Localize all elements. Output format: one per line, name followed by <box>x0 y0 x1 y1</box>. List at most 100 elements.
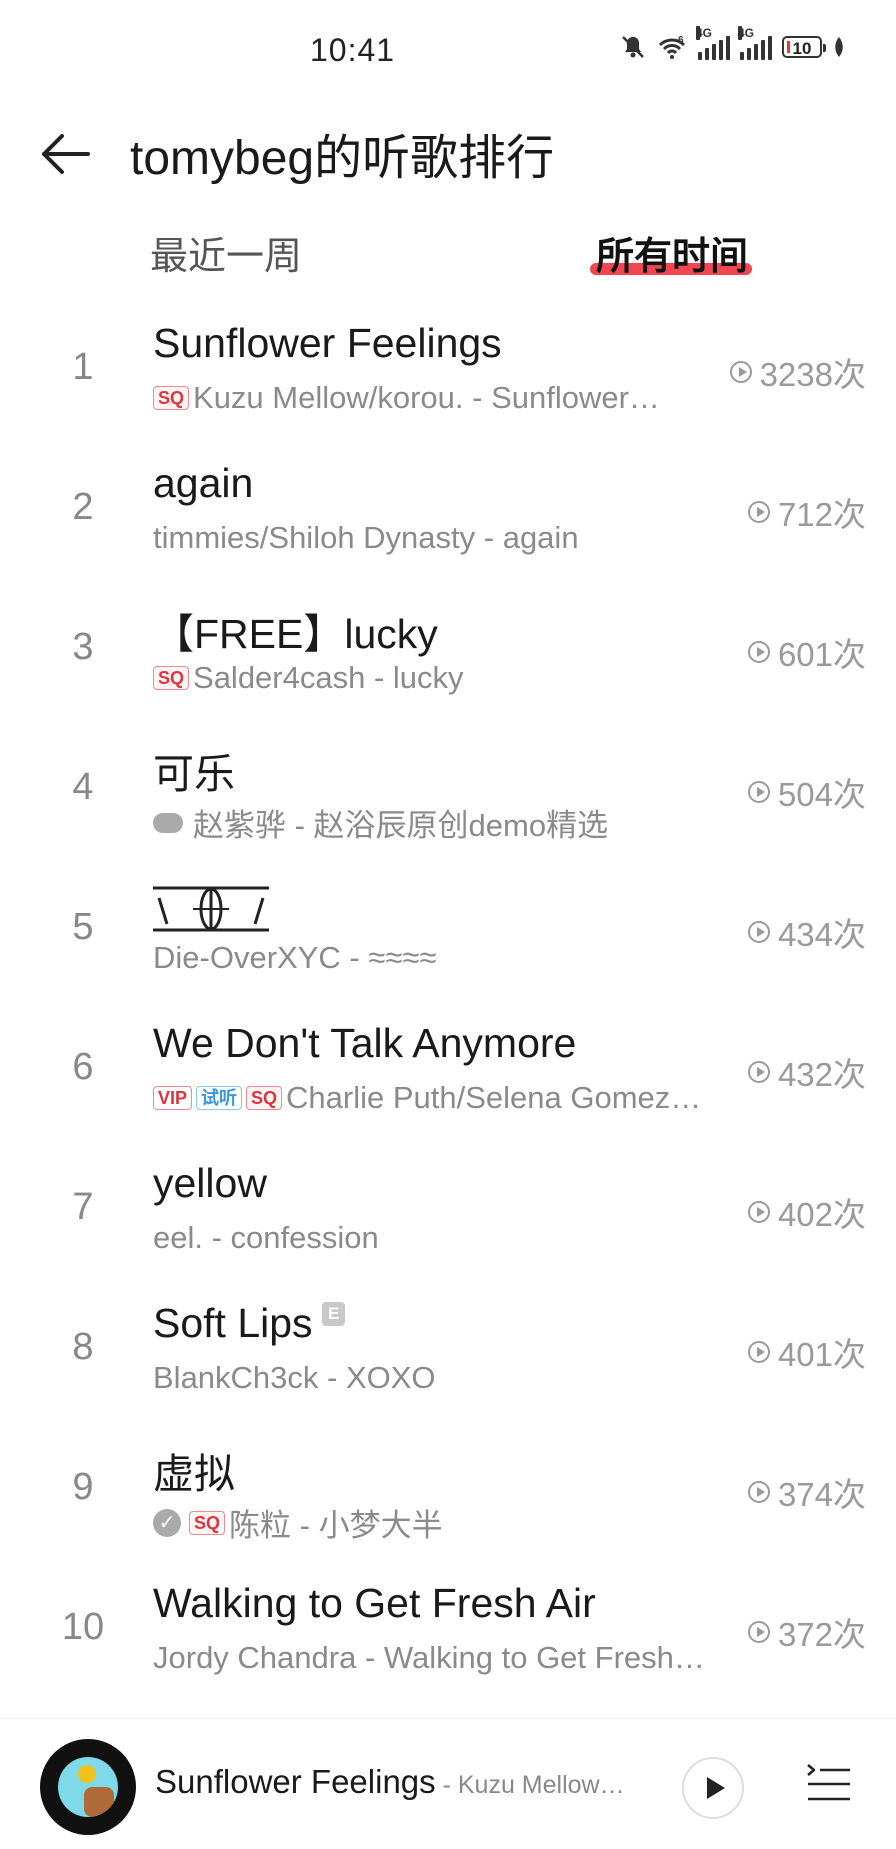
now-playing-bar[interactable]: Sunflower Feelings - Kuzu Mellow… <box>0 1718 896 1849</box>
play-count: 601次 <box>747 628 866 676</box>
song-subtitle: timmies/Shiloh Dynasty - again <box>153 520 579 556</box>
arrow-left-icon[interactable] <box>38 126 94 182</box>
sq-badge: SQ <box>153 386 190 410</box>
leaf-icon <box>835 37 843 57</box>
signal-icon-2: 4G <box>738 26 772 60</box>
play-count-icon <box>747 1621 770 1643</box>
list-item[interactable]: 2 again timmies/Shiloh Dynasty - again 7… <box>0 440 896 580</box>
hand-graphic <box>84 1787 114 1817</box>
play-count-icon <box>747 501 770 523</box>
artist-album: timmies/Shiloh Dynasty - again <box>153 520 579 555</box>
rank-number: 8 <box>72 1326 94 1368</box>
play-count-value: 434次 <box>777 916 866 953</box>
rank-number: 4 <box>72 766 94 808</box>
song-subtitle: eel. - confession <box>153 1220 379 1256</box>
check-circle-icon: ✓ <box>153 1508 181 1537</box>
play-count-value: 372次 <box>777 1616 866 1653</box>
song-title: Walking to Get Fresh Air <box>153 1580 596 1626</box>
play-count: 504次 <box>747 768 866 816</box>
play-count: 432次 <box>747 1048 866 1096</box>
rank-number: 10 <box>61 1606 105 1648</box>
list-item[interactable]: 3 【FREE】lucky SQ Salder4cash - lucky 601… <box>0 580 896 720</box>
rank-number: 3 <box>72 626 94 668</box>
play-count-value: 3238次 <box>759 356 866 393</box>
now-playing-artist: - Kuzu Mellow… <box>435 1771 625 1799</box>
rank-number: 6 <box>72 1046 94 1088</box>
song-subtitle: 赵紫骅 - 赵浴辰原创demo精选 <box>153 800 608 845</box>
list-item[interactable]: 7 yellow eel. - confession 402次 <box>0 1140 896 1280</box>
rank-number: 2 <box>72 486 94 528</box>
album-art <box>58 1757 118 1817</box>
play-button[interactable] <box>682 1757 744 1819</box>
song-title: We Don't Talk Anymore <box>153 1020 577 1066</box>
vip-badge: VIP <box>153 1086 193 1110</box>
list-item[interactable]: 5 \ (|) / Die-OverXYC - ≈≈≈≈ 434次 <box>0 860 896 1000</box>
song-title: 可乐 <box>153 751 235 797</box>
play-count-value: 601次 <box>777 636 866 673</box>
play-count: 712次 <box>747 488 866 536</box>
list-item[interactable]: 9 虚拟 ✓ SQ 陈粒 - 小梦大半 374次 <box>0 1420 896 1560</box>
svg-text:6: 6 <box>678 35 684 46</box>
play-count: 372次 <box>747 1608 866 1656</box>
song-subtitle: ✓ SQ 陈粒 - 小梦大半 <box>153 1500 443 1545</box>
sq-badge: SQ <box>189 1510 226 1535</box>
artist-album: BlankCh3ck - XOXO <box>153 1360 436 1395</box>
signal-icon-1: 4G <box>696 26 730 60</box>
trial-badge: 试听 <box>196 1086 243 1110</box>
song-title: 【FREE】lucky <box>153 611 438 657</box>
play-count: 401次 <box>747 1328 866 1376</box>
play-count-icon <box>747 641 770 663</box>
sunflower-graphic <box>78 1765 96 1783</box>
sq-badge: SQ <box>153 666 190 690</box>
rank-number: 5 <box>72 906 94 948</box>
play-count: 3238次 <box>729 348 866 396</box>
cloud-icon <box>153 812 183 833</box>
song-subtitle: SQ Kuzu Mellow/korou. - Sunflower… <box>153 380 660 416</box>
play-count-value: 402次 <box>777 1196 866 1233</box>
song-title: yellow <box>153 1160 267 1206</box>
song-title-symbol: \ (|) / <box>153 886 269 932</box>
song-title: Sunflower Feelings <box>153 320 502 366</box>
play-count-value: 401次 <box>777 1336 866 1373</box>
list-item[interactable]: 1 Sunflower Feelings SQ Kuzu Mellow/koro… <box>0 300 896 440</box>
battery-icon: 10 <box>782 36 826 58</box>
song-subtitle: BlankCh3ck - XOXO <box>153 1360 436 1396</box>
song-title: 虚拟 <box>153 1451 235 1497</box>
page-title: tomybeg的听歌排行 <box>130 132 555 185</box>
now-playing-title: Sunflower Feelings - Kuzu Mellow… <box>155 1763 625 1801</box>
play-count-value: 432次 <box>777 1056 866 1093</box>
song-title: again <box>153 460 254 506</box>
artist-album: Die-OverXYC - ≈≈≈≈ <box>153 940 437 975</box>
song-subtitle: Die-OverXYC - ≈≈≈≈ <box>153 940 436 976</box>
tab-all-time[interactable]: 所有时间 <box>596 225 748 280</box>
sq-badge: SQ <box>246 1086 283 1110</box>
status-bar: 10:41 6 4G 4G 10 <box>0 0 896 104</box>
artist-album: Jordy Chandra - Walking to Get Fresh… <box>153 1640 705 1675</box>
rank-number: 7 <box>72 1186 94 1228</box>
play-count-icon <box>747 921 770 943</box>
song-subtitle: SQ Salder4cash - lucky <box>153 660 464 696</box>
artist-album: Kuzu Mellow/korou. - Sunflower… <box>193 380 660 415</box>
play-count-icon <box>747 1341 770 1363</box>
artist-album: Salder4cash - lucky <box>193 660 464 695</box>
tab-bar: 最近一周 所有时间 <box>0 215 896 285</box>
tab-recent-week[interactable]: 最近一周 <box>150 225 302 280</box>
mute-bell-icon <box>622 36 644 58</box>
list-item[interactable]: 6 We Don't Talk Anymore VIP 试听 SQ Charli… <box>0 1000 896 1140</box>
artist-album: 陈粒 - 小梦大半 <box>229 1508 443 1543</box>
album-cover[interactable] <box>40 1739 136 1835</box>
status-time: 10:41 <box>310 32 396 68</box>
playlist-icon[interactable] <box>806 1761 852 1807</box>
rank-number: 1 <box>72 346 94 388</box>
status-icons: 6 4G 4G 10 <box>620 26 846 60</box>
play-count-icon <box>747 1201 770 1223</box>
header: tomybeg的听歌排行 <box>0 104 896 204</box>
song-subtitle: Jordy Chandra - Walking to Get Fresh… <box>153 1640 705 1676</box>
play-count-value: 712次 <box>777 496 866 533</box>
wifi-icon: 6 <box>658 35 686 59</box>
play-count-icon <box>729 361 752 383</box>
artist-album: Charlie Puth/Selena Gomez… <box>286 1080 702 1115</box>
list-item[interactable]: 4 可乐 赵紫骅 - 赵浴辰原创demo精选 504次 <box>0 720 896 860</box>
list-item[interactable]: 8 Soft Lips E BlankCh3ck - XOXO 401次 <box>0 1280 896 1420</box>
list-item[interactable]: 10 Walking to Get Fresh Air Jordy Chandr… <box>0 1560 896 1700</box>
